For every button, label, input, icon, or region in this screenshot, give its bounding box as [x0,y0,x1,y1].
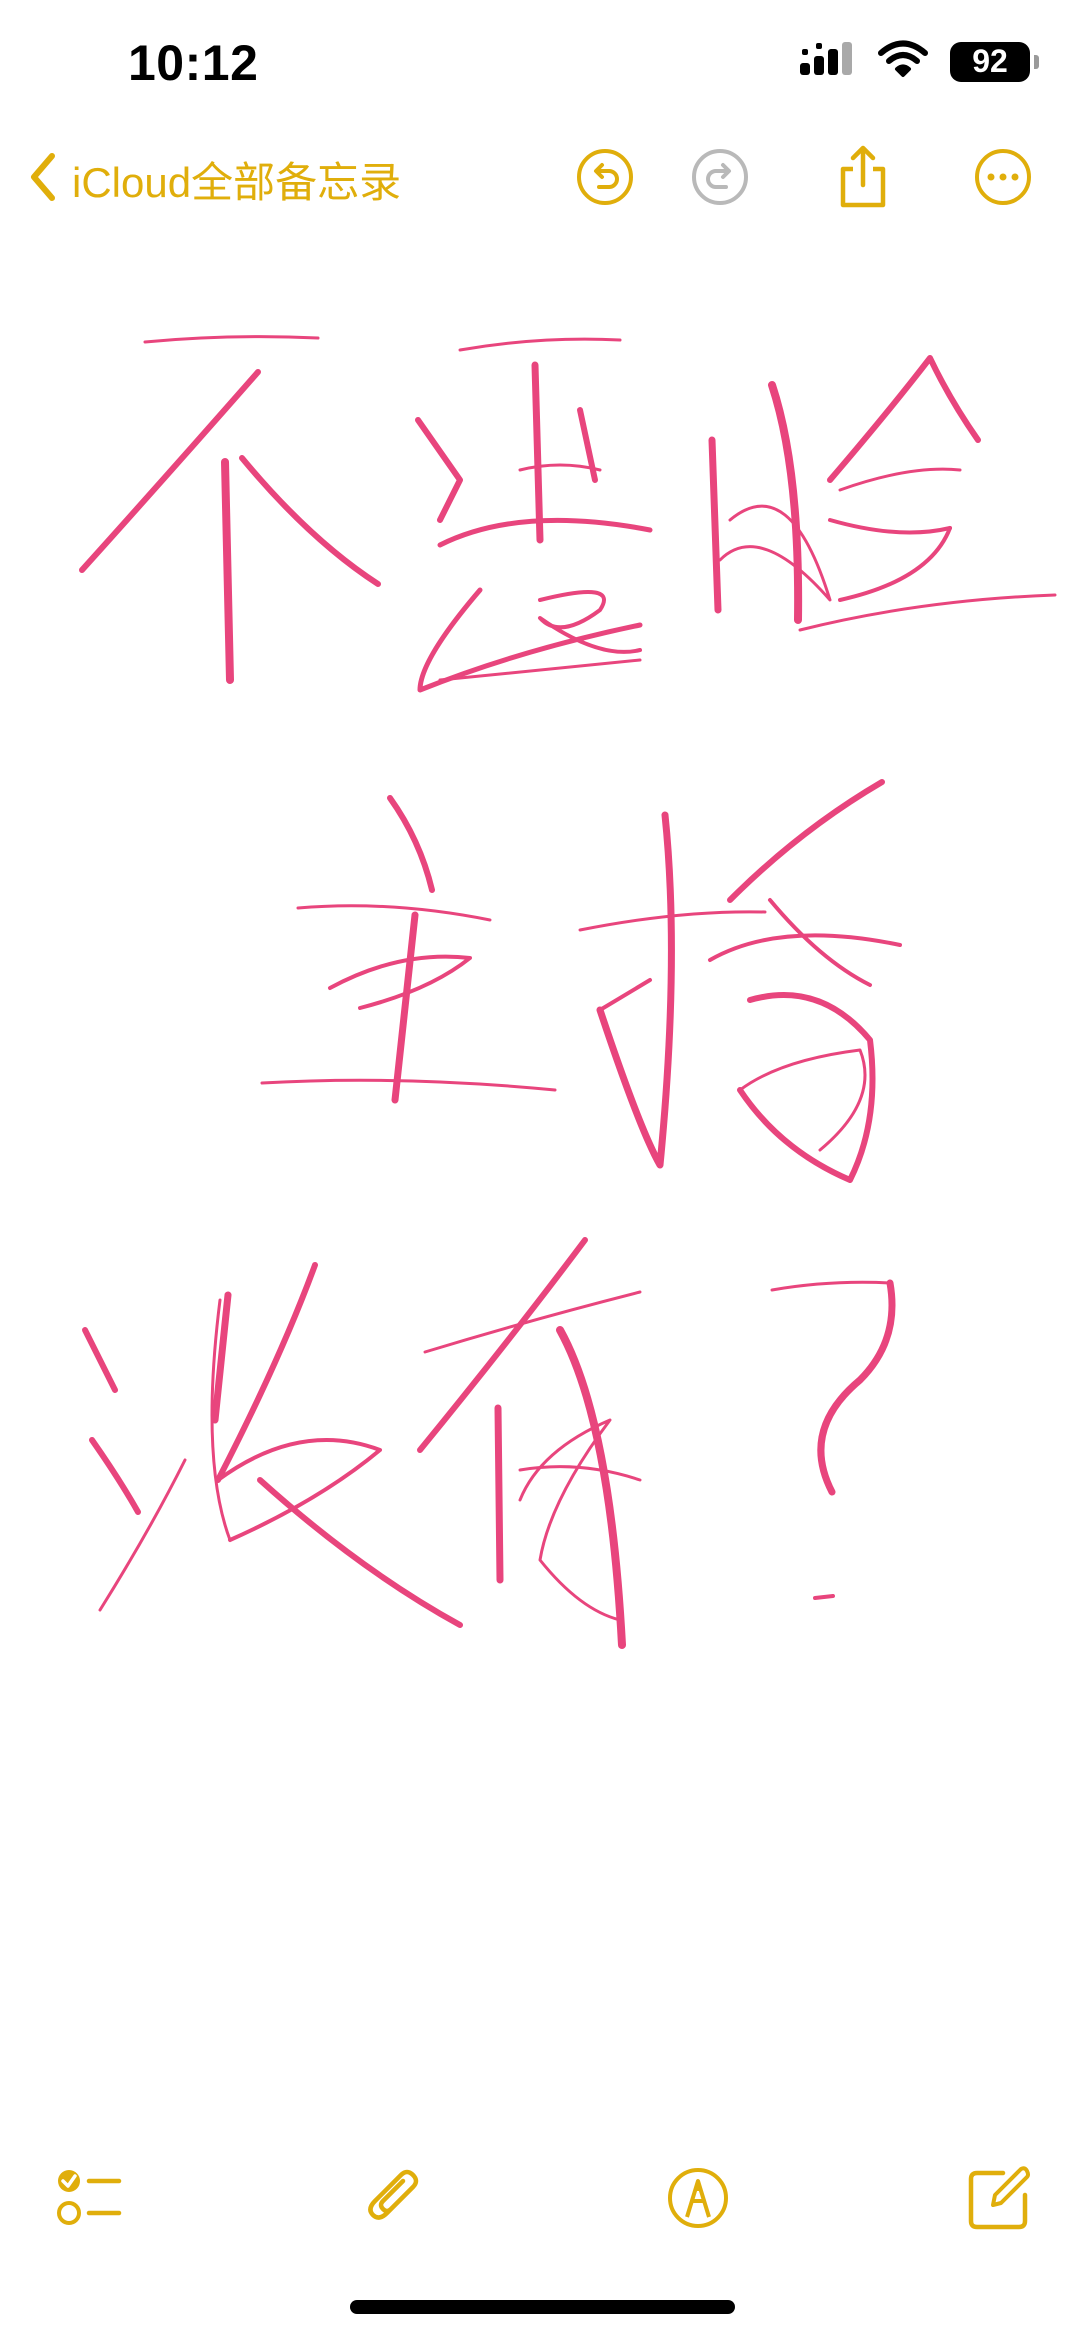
cellular-signal-icon [800,41,856,82]
compose-button[interactable] [962,2162,1038,2238]
redo-icon [690,147,750,212]
drawing-canvas[interactable] [0,240,1080,2120]
handwriting-strokes [79,335,1057,1649]
share-icon [835,145,891,214]
handwritten-char-3 [708,355,1057,632]
handwritten-char-4 [260,795,557,1104]
attachment-button[interactable] [358,2162,434,2238]
share-button[interactable] [828,144,898,214]
handwritten-char-5 [578,779,902,1183]
chevron-left-icon [28,152,58,207]
navigation-bar: iCloud全部备忘录 [0,130,1080,240]
checklist-button[interactable] [50,2162,126,2238]
status-icons: 92 [800,40,1039,83]
handwritten-char-8 [770,1279,896,1600]
checklist-icon [53,2163,123,2238]
compose-icon [965,2163,1035,2238]
redo-button[interactable] [685,144,755,214]
status-bar: 10:12 92 [0,0,1080,130]
attachment-icon [361,2163,431,2238]
handwritten-char-2 [415,337,653,693]
markup-icon [665,2165,731,2236]
home-indicator[interactable] [350,2300,735,2314]
more-icon [973,147,1033,212]
bottom-toolbar [0,2150,1080,2260]
back-label: iCloud全部备忘录 [72,158,402,206]
back-button[interactable]: iCloud全部备忘录 [28,144,401,214]
wifi-icon [878,40,928,83]
battery-level: 92 [972,43,1008,79]
handwritten-char-7 [417,1237,642,1649]
undo-icon [575,147,635,212]
undo-button[interactable] [570,144,640,214]
more-button[interactable] [968,144,1038,214]
battery-tip [1034,54,1039,69]
status-time: 10:12 [128,35,259,91]
handwritten-char-6 [82,1262,463,1628]
battery-icon: 92 [950,41,1039,82]
markup-button[interactable] [660,2162,736,2238]
handwritten-char-1 [79,335,381,684]
